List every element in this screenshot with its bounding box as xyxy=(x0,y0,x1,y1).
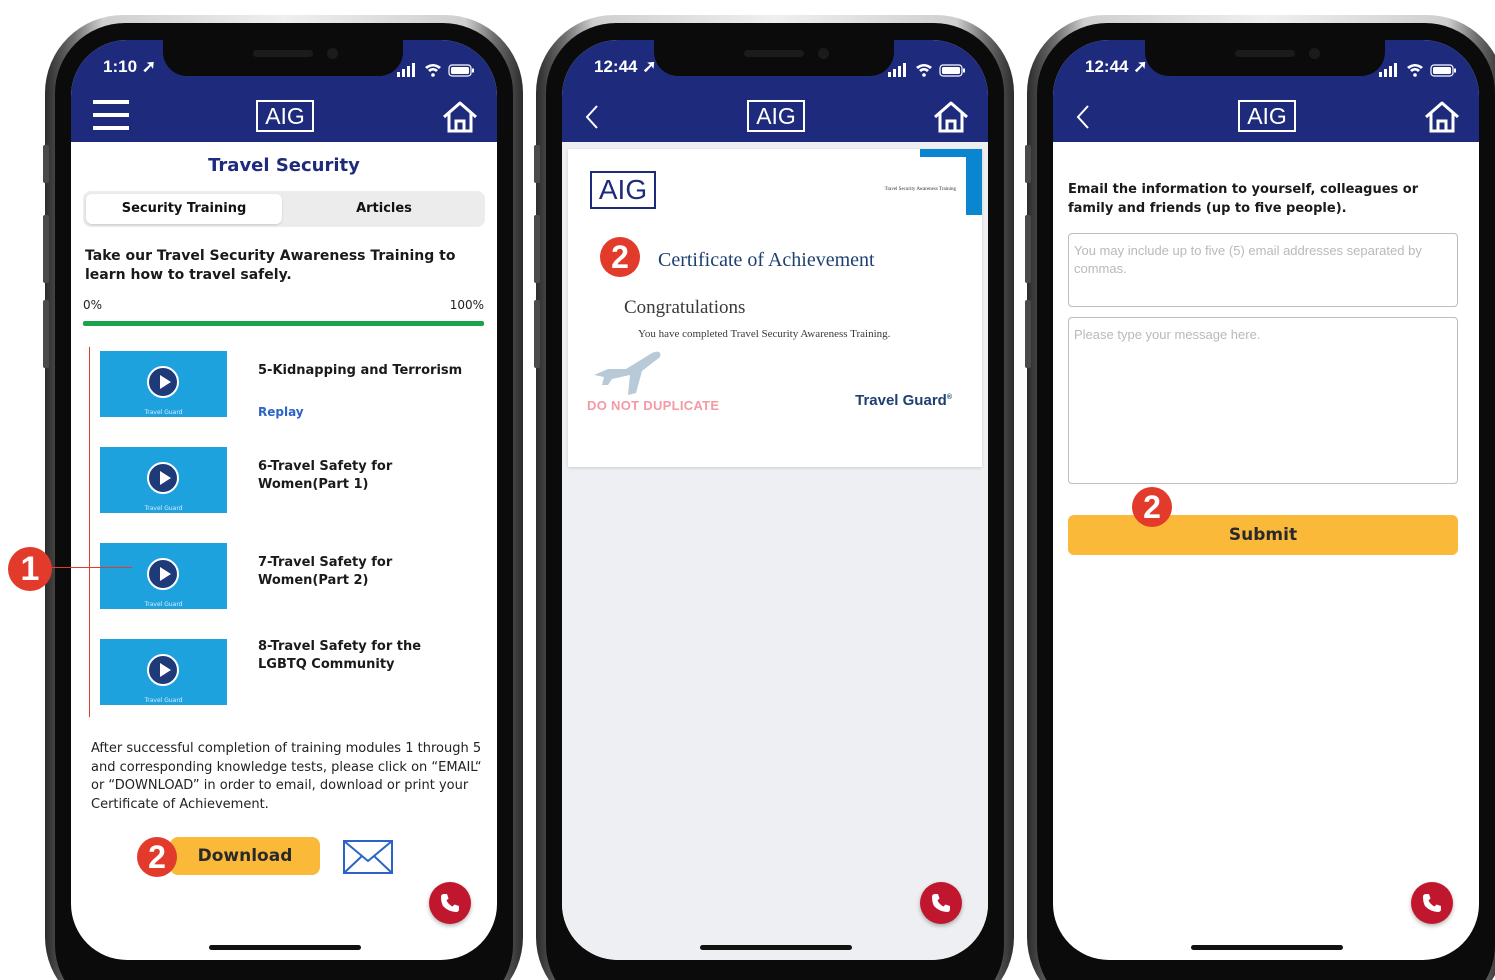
thumbnail-caption: Travel Guard xyxy=(144,697,183,704)
module-item[interactable]: Travel Guard 7-Travel Safety for Women(P… xyxy=(100,543,480,615)
certificate-viewer: AIG Travel Security Awareness Training C… xyxy=(562,142,988,960)
phone-frame-training: 1:10 ➚ AIG Travel Security Security Trai… xyxy=(43,15,523,980)
aig-logo: AIG xyxy=(747,100,805,132)
do-not-duplicate-stamp: DO NOT DUPLICATE xyxy=(587,398,720,413)
progress-end-label: 100% xyxy=(449,298,484,312)
progress-bar xyxy=(83,321,484,326)
email-icon[interactable] xyxy=(343,840,393,874)
aig-logo: AIG xyxy=(1238,100,1296,132)
certificate-aig-logo: AIG xyxy=(590,171,656,209)
video-thumbnail[interactable]: Travel Guard xyxy=(100,543,227,609)
home-icon[interactable] xyxy=(932,100,970,134)
status-time: 12:44 ➚ xyxy=(1085,57,1148,76)
certificate-instructions: After successful completion of training … xyxy=(91,741,482,812)
thumbnail-caption: Travel Guard xyxy=(144,409,183,416)
module-title: 7-Travel Safety for Women(Part 2) xyxy=(258,555,393,588)
annotation-marker-two: 2 xyxy=(600,237,640,277)
home-indicator xyxy=(209,945,361,950)
certificate-document: AIG Travel Security Awareness Training C… xyxy=(568,149,982,467)
call-button[interactable] xyxy=(429,882,471,924)
certificate-corner-accent xyxy=(920,149,982,215)
progress-start-label: 0% xyxy=(83,298,103,312)
play-icon[interactable] xyxy=(147,366,179,398)
video-thumbnail[interactable]: Travel Guard xyxy=(100,351,227,417)
play-icon[interactable] xyxy=(147,654,179,686)
module-title: 6-Travel Safety for Women(Part 1) xyxy=(258,459,393,492)
thumbnail-caption: Travel Guard xyxy=(144,505,183,512)
module-item[interactable]: Travel Guard 5-Kidnapping and Terrorism … xyxy=(100,351,480,423)
status-icons xyxy=(888,63,965,77)
home-indicator xyxy=(1191,945,1343,950)
app-header: 12:44 ➚ AIG xyxy=(1053,40,1479,142)
phone-icon xyxy=(441,894,459,912)
page-title: Travel Security xyxy=(208,155,360,176)
airplane-icon xyxy=(594,351,661,395)
annotation-marker-two: 2 xyxy=(1132,487,1172,527)
back-chevron-icon[interactable] xyxy=(1075,104,1091,130)
video-thumbnail[interactable]: Travel Guard xyxy=(100,639,227,705)
call-button[interactable] xyxy=(1411,882,1453,924)
progress-fill xyxy=(83,321,484,326)
app-header: 1:10 ➚ AIG xyxy=(71,40,497,142)
download-button[interactable]: Download xyxy=(170,837,320,875)
status-icons xyxy=(397,63,474,77)
video-thumbnail[interactable]: Travel Guard xyxy=(100,447,227,513)
training-screen: 1:10 ➚ AIG Travel Security Security Trai… xyxy=(71,40,497,960)
status-icons xyxy=(1379,63,1456,77)
segmented-control: Security Training Articles xyxy=(83,191,485,227)
home-icon[interactable] xyxy=(1423,100,1461,134)
thumbnail-caption: Travel Guard xyxy=(144,601,183,608)
certificate-screen: 12:44 ➚ AIG AIG Travel Security Awarenes… xyxy=(562,40,988,960)
replay-link[interactable]: Replay xyxy=(258,405,304,419)
back-chevron-icon[interactable] xyxy=(584,104,600,130)
play-icon[interactable] xyxy=(147,558,179,590)
tab-security-training[interactable]: Security Training xyxy=(86,194,282,224)
submit-button[interactable]: Submit xyxy=(1068,515,1458,555)
email-addresses-field[interactable] xyxy=(1068,233,1458,307)
home-icon[interactable] xyxy=(441,100,479,134)
module-item[interactable]: Travel Guard 6-Travel Safety for Women(P… xyxy=(100,447,480,519)
annotation-line xyxy=(40,567,132,568)
email-screen: 12:44 ➚ AIG Email the information to you… xyxy=(1053,40,1479,960)
travel-guard-brand: Travel Guard® xyxy=(855,392,952,409)
tab-articles[interactable]: Articles xyxy=(286,194,482,224)
training-intro: Take our Travel Security Awareness Train… xyxy=(85,248,456,283)
aig-logo: AIG xyxy=(256,100,314,132)
menu-icon[interactable] xyxy=(93,100,129,130)
module-timeline xyxy=(89,347,90,717)
module-title: 5-Kidnapping and Terrorism xyxy=(258,363,463,378)
certificate-congrats: Congratulations xyxy=(624,297,746,318)
app-header: 12:44 ➚ AIG xyxy=(562,40,988,142)
call-button[interactable] xyxy=(920,882,962,924)
certificate-course-label: Travel Security Awareness Training xyxy=(884,187,956,192)
phone-frame-email: 12:44 ➚ AIG Email the information to you… xyxy=(1025,15,1495,980)
certificate-title: Certificate of Achievement xyxy=(658,249,875,271)
annotation-marker-two: 2 xyxy=(137,837,177,877)
phone-frame-certificate: 12:44 ➚ AIG AIG Travel Security Awarenes… xyxy=(534,15,1014,980)
phone-icon xyxy=(1423,894,1441,912)
certificate-completed-text: You have completed Travel Security Aware… xyxy=(638,328,891,340)
annotation-marker-one: 1 xyxy=(8,547,52,591)
message-field[interactable] xyxy=(1068,317,1458,484)
email-instructions: Email the information to yourself, colle… xyxy=(1068,182,1419,216)
play-icon[interactable] xyxy=(147,462,179,494)
module-title: 8-Travel Safety for the LGBTQ Community xyxy=(258,639,422,672)
home-indicator xyxy=(700,945,852,950)
status-time: 1:10 ➚ xyxy=(103,57,156,76)
module-item[interactable]: Travel Guard 8-Travel Safety for the LGB… xyxy=(100,639,480,711)
phone-icon xyxy=(932,894,950,912)
status-time: 12:44 ➚ xyxy=(594,57,657,76)
